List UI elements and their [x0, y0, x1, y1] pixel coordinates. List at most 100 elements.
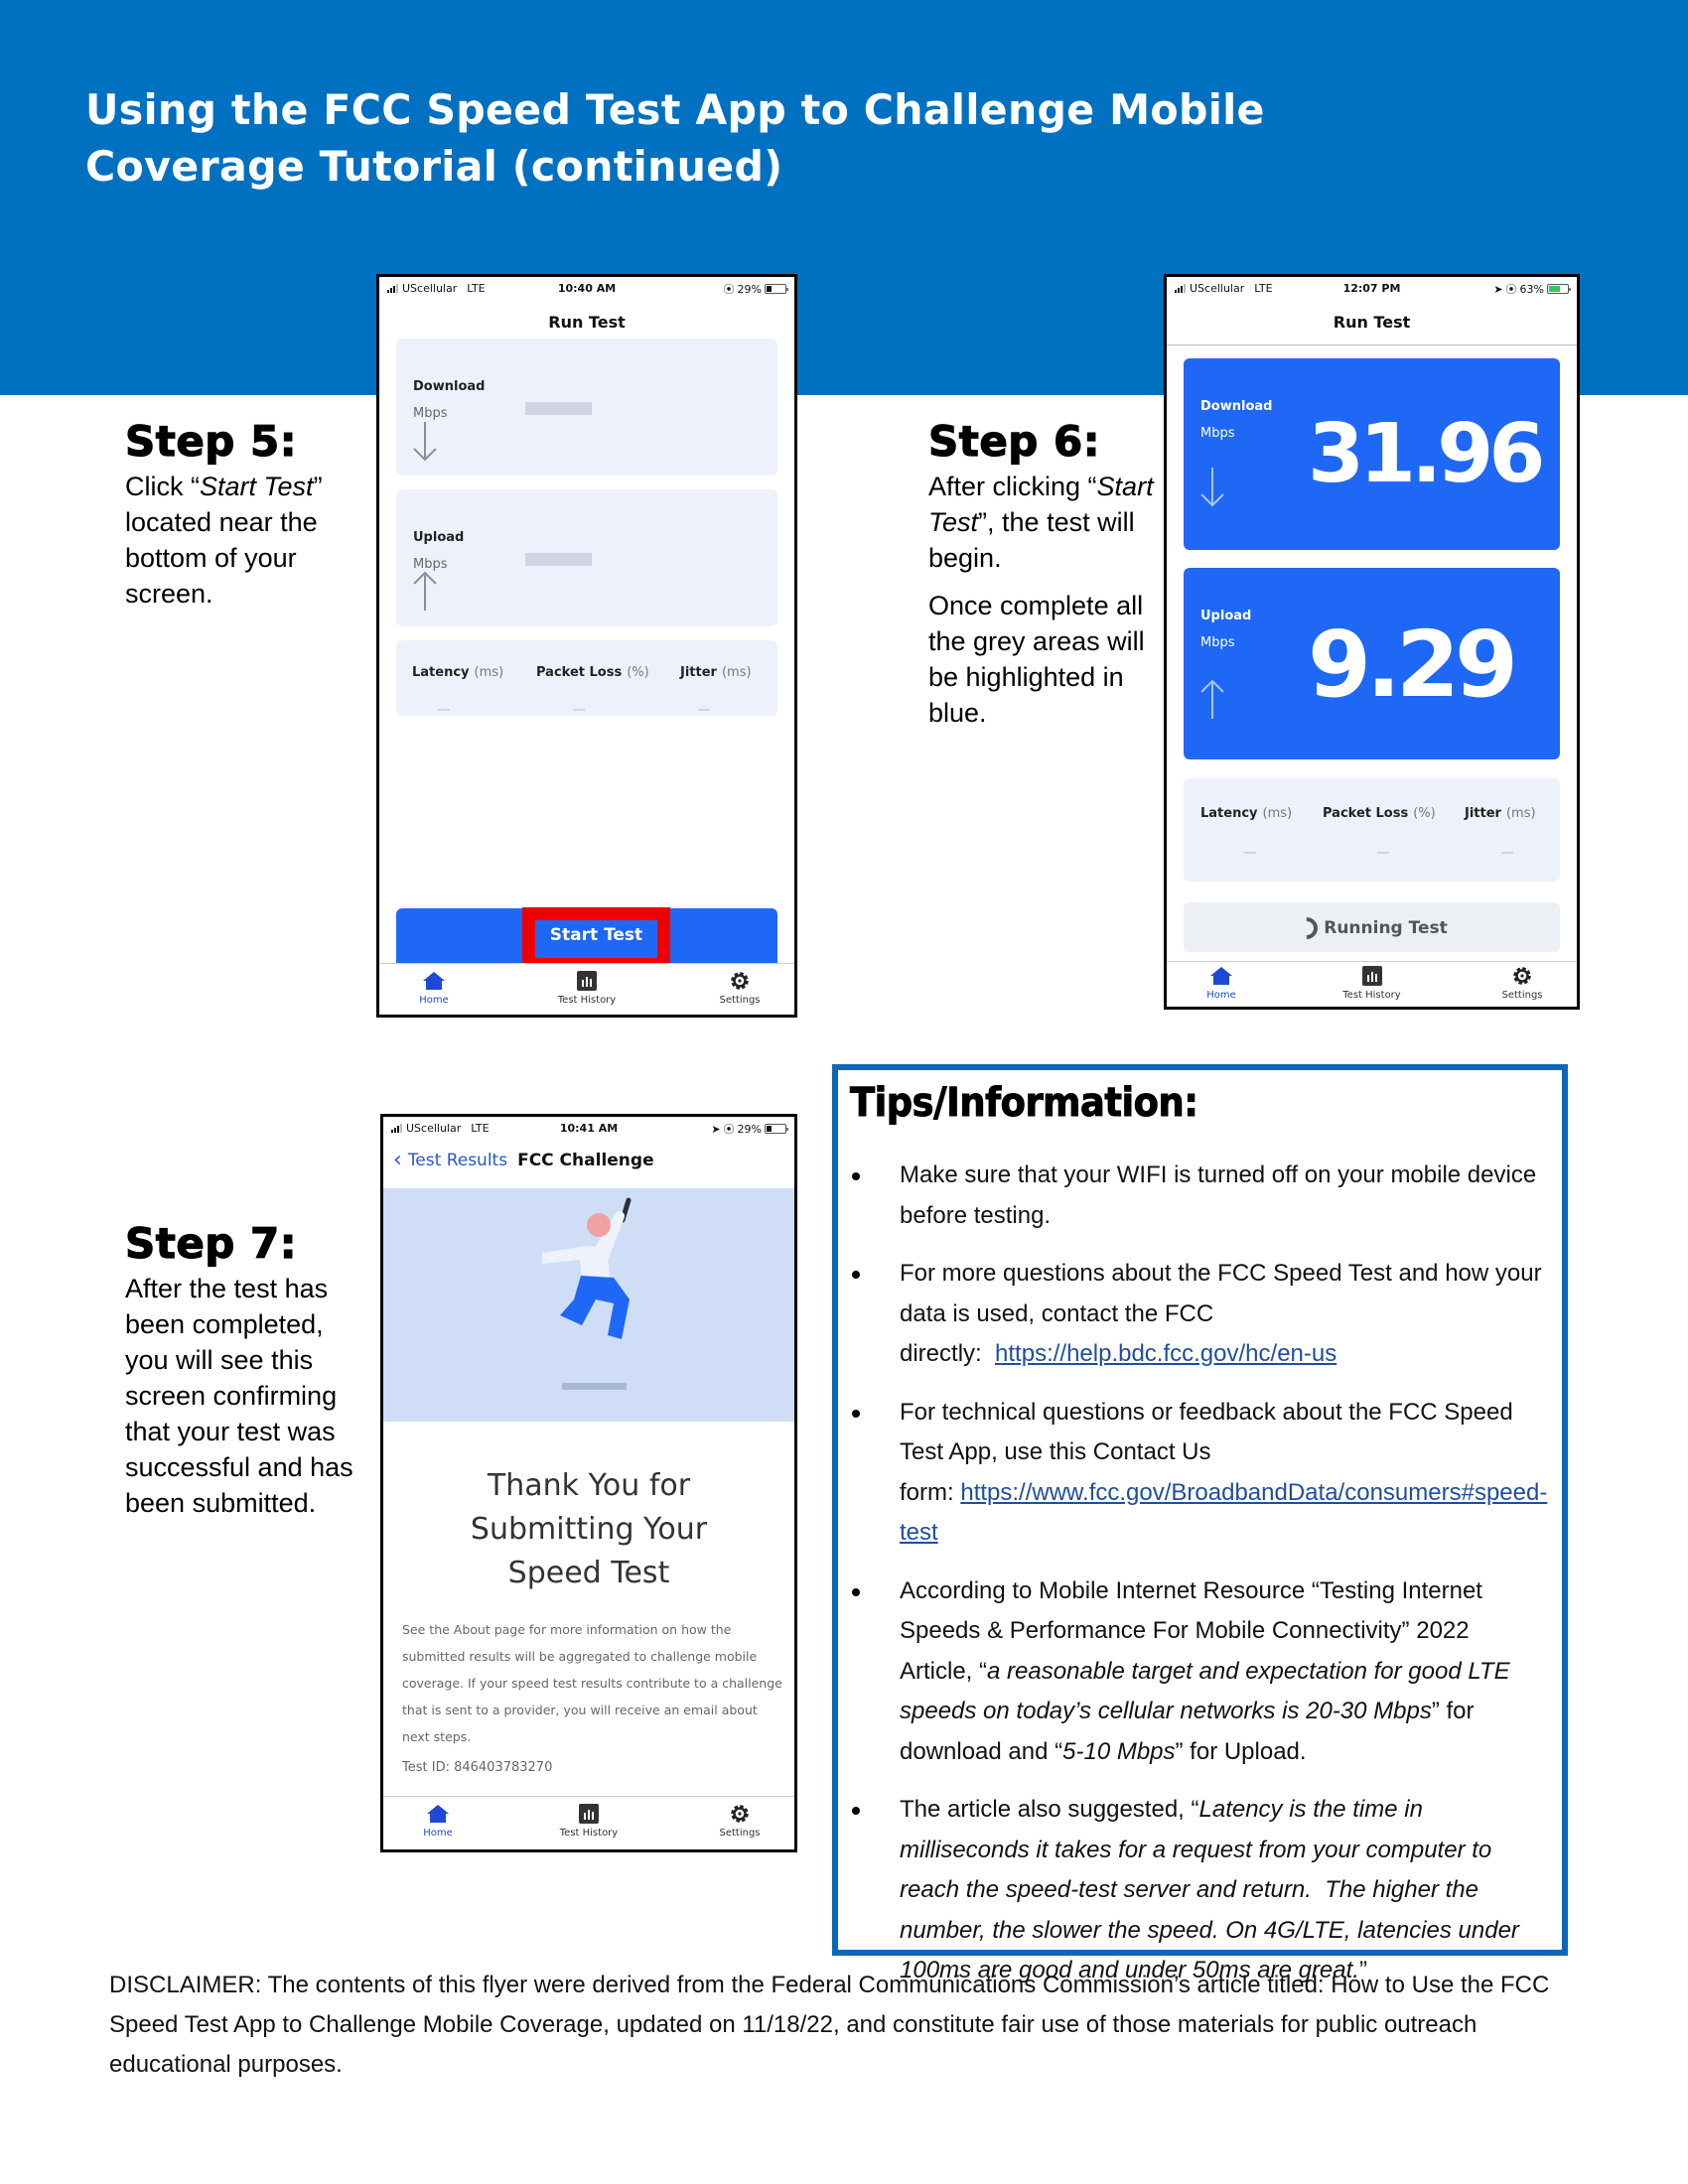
tab-home[interactable]: Home — [379, 970, 489, 1006]
disclaimer: DISCLAIMER: The contents of this flyer w… — [109, 1972, 1550, 2078]
bar-chart-icon — [579, 1804, 599, 1824]
jitter-value-empty — [698, 709, 710, 711]
tab-bar: Home Test History Settings — [379, 963, 794, 1015]
tip-text: The article also suggested, “ — [900, 1796, 1199, 1823]
gear-icon — [731, 972, 749, 990]
tab-settings[interactable]: Settings — [685, 970, 794, 1006]
running-test-button[interactable]: Running Test — [1184, 902, 1560, 952]
battery-icon — [765, 284, 788, 294]
battery-charging-icon — [1547, 284, 1571, 294]
bar-chart-icon — [577, 971, 597, 991]
metric-latency: Latency (ms) — [412, 665, 504, 680]
gear-icon — [1513, 967, 1531, 985]
step-5: Step 5: Click “Start Test” located near … — [124, 416, 363, 612]
download-speed-value: 31.96 — [1308, 407, 1545, 501]
upload-unit: Mbps — [1200, 635, 1235, 650]
latency-value-empty — [438, 709, 450, 711]
tips-heading: Tips/Information: — [850, 1080, 1199, 1127]
step-7-text: After the test has been completed, you w… — [125, 1274, 353, 1518]
tip-item: The article also suggested, “Latency is … — [838, 1790, 1562, 1991]
jitter-value-empty — [1501, 852, 1513, 854]
start-test-label[interactable]: Start Test — [522, 925, 670, 945]
tip-text: ” for Upload. — [1175, 1737, 1307, 1765]
status-right: ➤ ⦿ 63% — [1493, 281, 1571, 297]
arrow-up-icon — [1200, 679, 1224, 719]
tip-item: Make sure that your WIFI is turned off o… — [838, 1156, 1562, 1236]
step-6-text-2: Once complete all the grey areas will be… — [928, 591, 1145, 728]
status-right: ⦿ 29% — [724, 281, 788, 297]
upload-label: Upload — [1200, 609, 1252, 623]
back-navigation: ‹ Test Results FCC Challenge — [393, 1150, 654, 1171]
arrow-up-icon — [413, 571, 437, 611]
download-card: Download Mbps — [396, 339, 777, 476]
running-test-label: Running Test — [1324, 918, 1448, 938]
battery-percent: 29% — [737, 1122, 762, 1136]
home-icon — [427, 1805, 449, 1823]
phone-screenshot-run-test: UScellular LTE 10:40 AM ⦿ 29% Run Test D… — [376, 274, 797, 1018]
celebration-illustration — [383, 1188, 794, 1422]
nav-title: Run Test — [548, 313, 626, 332]
back-button-test-results[interactable]: Test Results — [408, 1151, 507, 1170]
tab-test-history[interactable]: Test History — [1318, 965, 1427, 1001]
tab-test-history[interactable]: Test History — [534, 1803, 643, 1839]
upload-card: Upload Mbps — [396, 489, 777, 626]
thank-you-heading: Thank You for Submitting Your Speed Test — [383, 1464, 794, 1595]
status-right: ➤ ⦿ 29% — [711, 1121, 788, 1137]
location-icon: ➤ — [711, 1122, 721, 1136]
step-6-heading: Step 6: — [927, 416, 1101, 466]
page-title: Using the FCC Speed Test App to Challeng… — [85, 81, 1350, 195]
tips-information-box: Tips/Information: Make sure that your WI… — [832, 1064, 1568, 1983]
upload-card: Upload Mbps 9.29 — [1184, 568, 1560, 759]
step-6-text-1: After clicking “Start Test”, the test wi… — [928, 469, 1167, 576]
tips-list: Make sure that your WIFI is turned off o… — [838, 1156, 1562, 2009]
thank-you-line-2: Submitting Your — [470, 1512, 708, 1547]
tab-home[interactable]: Home — [383, 1803, 492, 1839]
tip-item: For technical questions or feedback abou… — [838, 1393, 1562, 1554]
orientation-lock-icon: ⦿ — [1505, 283, 1517, 296]
metric-jitter: Jitter (ms) — [1465, 806, 1536, 821]
tip-quote: Latency is the time in milliseconds it t… — [900, 1796, 1519, 1983]
page-title-line-1: Using the FCC Speed Test App to Challeng… — [85, 85, 1265, 134]
tab-settings[interactable]: Settings — [685, 1803, 794, 1839]
tab-settings[interactable]: Settings — [1468, 965, 1577, 1001]
metric-packet-loss: Packet Loss (%) — [536, 665, 649, 680]
battery-percent: 29% — [737, 282, 762, 296]
fcc-help-link[interactable]: https://help.bdc.fcc.gov/hc/en-us — [995, 1340, 1336, 1367]
test-id: Test ID: 846403783270 — [402, 1760, 553, 1775]
orientation-lock-icon: ⦿ — [723, 1123, 735, 1136]
metrics-card: Latency (ms) Packet Loss (%) Jitter (ms) — [396, 640, 777, 716]
location-icon: ➤ — [1493, 282, 1503, 296]
step-5-text-emphasis: Start Test — [200, 472, 314, 501]
thank-you-line-1: Thank You for — [487, 1468, 691, 1503]
confirmation-body-text: See the About page for more information … — [402, 1622, 782, 1744]
upload-value-placeholder — [525, 553, 592, 566]
metric-packet-loss: Packet Loss (%) — [1323, 806, 1436, 821]
battery-percent: 63% — [1519, 282, 1544, 296]
tab-bar: Home Test History Settings — [1167, 961, 1577, 1007]
bar-chart-icon — [1361, 966, 1382, 986]
gear-icon — [731, 1805, 749, 1823]
metric-latency: Latency (ms) — [1200, 806, 1293, 821]
step-5-heading: Step 5: — [124, 416, 298, 466]
download-card: Download Mbps 31.96 — [1184, 358, 1560, 550]
step-5-text: Click “Start Test” located near the bott… — [125, 469, 363, 612]
home-icon — [423, 972, 445, 990]
page-title-line-2: Coverage Tutorial (continued) — [85, 142, 783, 191]
step-7-heading: Step 7: — [124, 1218, 298, 1268]
upload-label: Upload — [413, 530, 465, 545]
metrics-card: Latency (ms) Packet Loss (%) Jitter (ms) — [1184, 778, 1560, 882]
chevron-left-icon[interactable]: ‹ — [393, 1150, 402, 1171]
nav-title: Run Test — [1333, 313, 1411, 332]
phone-screenshot-confirmation: UScellular LTE 10:41 AM ➤ ⦿ 29% ‹ Test R… — [380, 1114, 797, 1852]
tip-text: Make sure that your WIFI is turned off o… — [900, 1161, 1537, 1229]
thank-you-line-3: Speed Test — [507, 1556, 670, 1590]
tab-home[interactable]: Home — [1167, 965, 1276, 1001]
home-icon — [1210, 967, 1232, 985]
fcc-contact-form-link[interactable]: https://www.fcc.gov/BroadbandData/consum… — [900, 1479, 1547, 1547]
tip-quote: a reasonable target and expectation for … — [900, 1657, 1510, 1725]
step-6-text-before: After clicking “ — [928, 472, 1097, 501]
tab-test-history[interactable]: Test History — [532, 970, 641, 1006]
screen-title: FCC Challenge — [517, 1151, 654, 1170]
tip-item: According to Mobile Internet Resource “T… — [838, 1571, 1562, 1773]
arrow-down-icon — [413, 422, 437, 462]
